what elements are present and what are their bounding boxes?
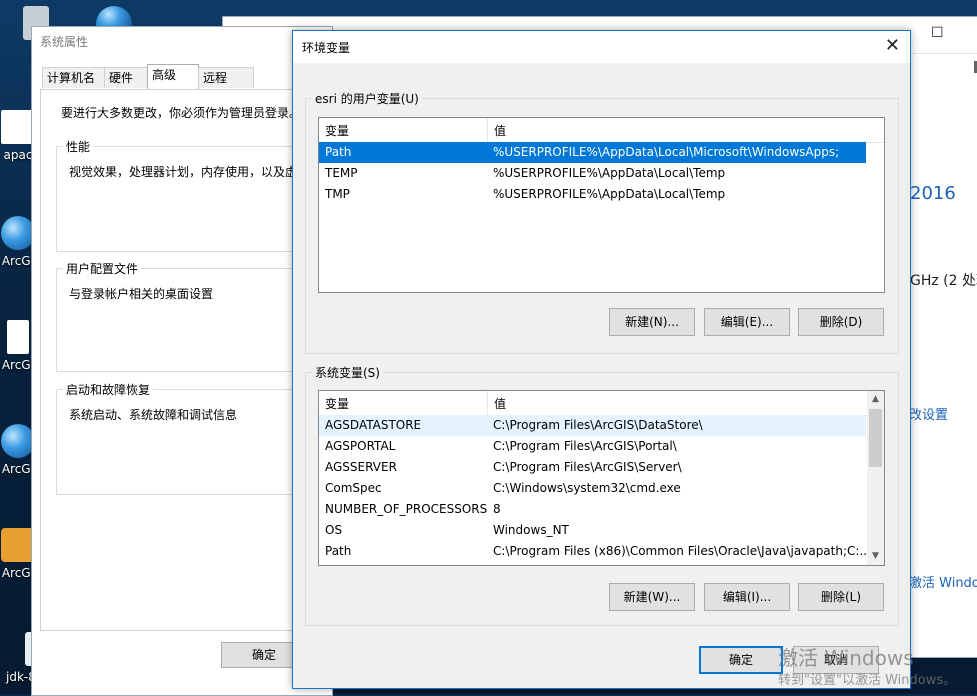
vertical-scrollbar[interactable]: ▲ ▼: [867, 391, 884, 565]
admin-note: 要进行大多数更改，你必须作为管理员登录。: [61, 106, 302, 120]
environment-variables-dialog: 环境变量 ✕ esri 的用户变量(U) 变量 值 Path %USERPROF…: [292, 30, 911, 689]
variable-value: %USERPROFILE%\AppData\Local\Microsoft\Wi…: [493, 145, 840, 159]
arcgis-globe-icon: [1, 216, 35, 250]
list-header: 变量 值: [319, 118, 884, 143]
watermark-subtitle: 转到"设置"以激活 Windows。: [778, 673, 957, 688]
column-separator[interactable]: [487, 391, 488, 415]
group-title: 性能: [63, 138, 94, 155]
tab-computer-name[interactable]: 计算机名: [42, 67, 106, 88]
scroll-up-icon[interactable]: ▲: [867, 391, 884, 408]
activation-watermark: 激活 Windows 转到"设置"以激活 Windows。: [778, 646, 956, 690]
variable-value: C:\Program Files\ArcGIS\DataStore\: [493, 418, 703, 432]
variable-name: AGSPORTAL: [325, 439, 396, 453]
user-new-button[interactable]: 新建(N)...: [609, 308, 695, 336]
variable-value: Windows_NT: [493, 523, 569, 537]
table-row[interactable]: ComSpec C:\Windows\system32\cmd.exe: [319, 478, 866, 499]
dialog-title: 环境变量: [302, 41, 351, 55]
performance-group: 性能 视觉效果，处理器计划，内存使用，以及虚拟内存: [56, 138, 333, 252]
group-title: 用户配置文件: [63, 260, 142, 277]
system-edit-button[interactable]: 编辑(I)...: [704, 583, 790, 611]
table-row[interactable]: Path C:\Program Files (x86)\Common Files…: [319, 541, 871, 562]
system-properties-dialog: 系统属性 计算机名 硬件 高级 远程 要进行大多数更改，你必须作为管理员登录。 …: [31, 26, 333, 696]
advanced-tab-panel: 要进行大多数更改，你必须作为管理员登录。 性能 视觉效果，处理器计划，内存使用，…: [40, 89, 333, 631]
column-header-value[interactable]: 值: [494, 395, 506, 412]
scrollbar-thumb[interactable]: [869, 409, 882, 467]
startup-recovery-desc: 系统启动、系统故障和调试信息: [69, 408, 238, 422]
tab-hardware[interactable]: 硬件: [104, 67, 150, 88]
variable-name: AGSSERVER: [325, 460, 397, 474]
arcgis-doc-icon: [7, 320, 29, 354]
user-variables-list[interactable]: 变量 值 Path %USERPROFILE%\AppData\Local\Mi…: [318, 117, 885, 293]
group-title: 系统变量(S): [312, 364, 383, 381]
user-variables-group: esri 的用户变量(U) 变量 值 Path %USERPROFILE%\Ap…: [305, 90, 899, 354]
variable-value: %USERPROFILE%\AppData\Local\Temp: [493, 166, 726, 180]
variable-value: C:\Windows\system32\cmd.exe: [493, 481, 681, 495]
variable-value: 8: [493, 502, 501, 516]
close-icon[interactable]: ✕: [885, 35, 900, 57]
divider: [913, 53, 977, 54]
table-row[interactable]: Path %USERPROFILE%\AppData\Local\Microso…: [319, 142, 866, 163]
column-header-value[interactable]: 值: [494, 122, 506, 139]
variable-value: C:\Program Files\ArcGIS\Server\: [493, 460, 682, 474]
system-variables-list[interactable]: 变量 值 AGSDATASTORE C:\Program Files\ArcGI…: [318, 390, 885, 566]
variable-name: OS: [325, 523, 343, 537]
variable-value: %USERPROFILE%\AppData\Local\Temp: [493, 187, 726, 201]
variable-name: TMP: [325, 187, 350, 201]
variable-name: TEMP: [325, 166, 358, 180]
change-settings-link[interactable]: 改设置: [909, 404, 948, 423]
user-delete-button[interactable]: 删除(D): [798, 308, 884, 336]
activate-windows-link[interactable]: 激活 Window: [909, 572, 977, 591]
table-row[interactable]: TEMP %USERPROFILE%\AppData\Local\Temp: [319, 163, 866, 184]
ok-button[interactable]: 确定: [699, 646, 783, 674]
variable-name: NUMBER_OF_PROCESSORS: [325, 502, 488, 516]
column-separator[interactable]: [487, 118, 488, 142]
startup-recovery-group: 启动和故障恢复 系统启动、系统故障和调试信息: [56, 381, 318, 495]
column-header-variable[interactable]: 变量: [325, 122, 349, 139]
tab-remote[interactable]: 远程: [198, 67, 254, 88]
variable-name: Path: [325, 145, 352, 159]
table-row[interactable]: NUMBER_OF_PROCESSORS 8: [319, 499, 866, 520]
list-header: 变量 值: [319, 391, 867, 416]
title-bar: 环境变量 ✕: [293, 31, 910, 63]
system-new-button[interactable]: 新建(W)...: [609, 583, 695, 611]
tab-advanced[interactable]: 高级: [147, 64, 199, 89]
table-row[interactable]: AGSPORTAL C:\Program Files\ArcGIS\Portal…: [319, 436, 866, 457]
watermark-title: 激活 Windows: [778, 646, 914, 670]
group-title: esri 的用户变量(U): [312, 90, 422, 107]
variable-name: AGSDATASTORE: [325, 418, 422, 432]
variable-name: ComSpec: [325, 481, 382, 495]
table-row[interactable]: AGSSERVER C:\Program Files\ArcGIS\Server…: [319, 457, 866, 478]
group-title: 启动和故障恢复: [63, 381, 154, 398]
system-variables-group: 系统变量(S) 变量 值 AGSDATASTORE C:\Program Fil…: [305, 364, 899, 626]
maximize-icon[interactable]: ☐: [931, 25, 944, 41]
scroll-down-icon[interactable]: ▼: [867, 548, 884, 565]
cpu-info-text: GHz (2 处理: [910, 273, 977, 289]
windows-version-year: 2016: [910, 183, 956, 204]
system-delete-button[interactable]: 删除(L): [798, 583, 884, 611]
apache-icon: [1, 110, 35, 144]
column-header-variable[interactable]: 变量: [325, 395, 349, 412]
table-row[interactable]: AGSDATASTORE C:\Program Files\ArcGIS\Dat…: [319, 415, 866, 436]
user-edit-button[interactable]: 编辑(E)...: [704, 308, 790, 336]
table-row[interactable]: OS Windows_NT: [319, 520, 866, 541]
user-profiles-group: 用户配置文件 与登录帐户相关的桌面设置: [56, 260, 318, 372]
variable-name: Path: [325, 544, 352, 558]
table-row[interactable]: TMP %USERPROFILE%\AppData\Local\Temp: [319, 184, 866, 205]
arcgis-pen-icon: [1, 528, 35, 562]
variable-value: C:\Program Files\ArcGIS\Portal\: [493, 439, 677, 453]
user-profiles-desc: 与登录帐户相关的桌面设置: [69, 287, 214, 301]
arcgis-globe-icon: [1, 424, 35, 458]
dialog-title: 系统属性: [40, 35, 89, 49]
variable-value: C:\Program Files (x86)\Common Files\Orac…: [493, 544, 871, 558]
